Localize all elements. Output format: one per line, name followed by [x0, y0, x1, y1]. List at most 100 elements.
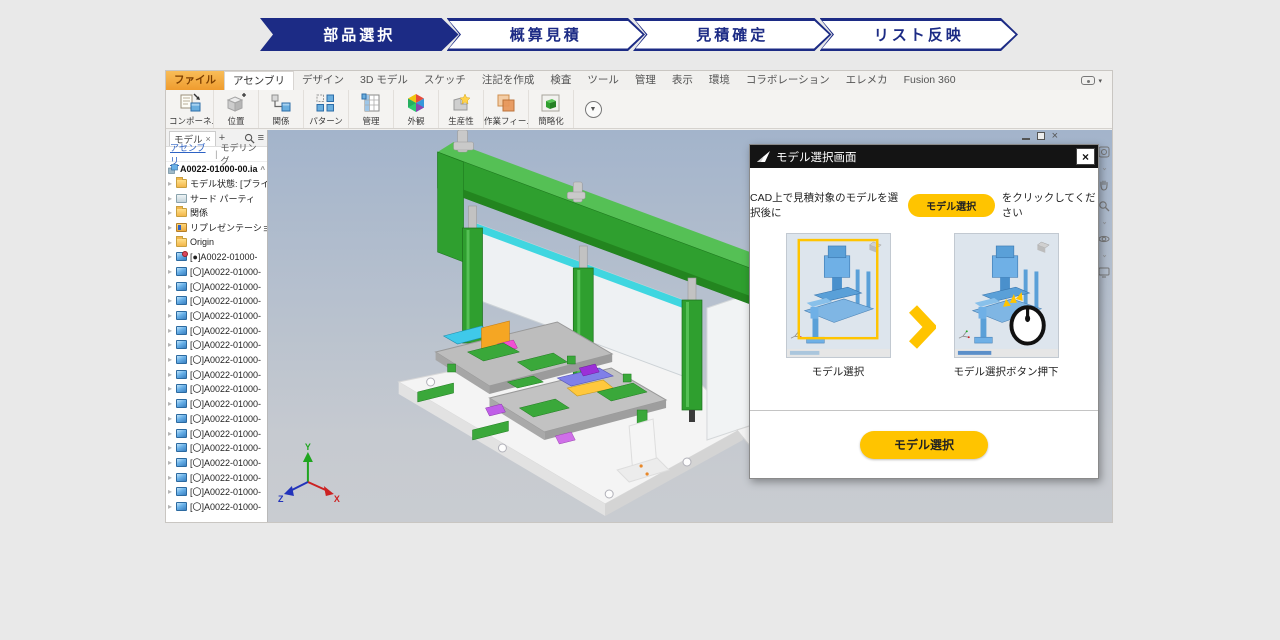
tab-spacer: [964, 71, 1082, 90]
ribbon-switcher[interactable]: ▾: [1081, 71, 1112, 90]
tree-item[interactable]: ▸ [〇]A0022-01000-: [166, 382, 267, 397]
caret-down-icon[interactable]: [1102, 167, 1105, 170]
zoom-all-icon[interactable]: [1098, 146, 1110, 158]
restore-icon[interactable]: [1037, 132, 1045, 140]
expand-arrow-icon[interactable]: ▸: [168, 223, 176, 232]
ribbon-tab[interactable]: ファイル: [166, 71, 224, 90]
ribbon-collapse-button[interactable]: ▼: [574, 90, 612, 128]
tree-item[interactable]: ▸ [〇]A0022-01000-: [166, 440, 267, 455]
expand-arrow-icon[interactable]: ▸: [168, 252, 176, 261]
step-label: リスト反映: [820, 18, 1019, 51]
tree-item-icon: [176, 238, 187, 247]
expand-arrow-icon[interactable]: ▸: [168, 282, 176, 291]
tree-item[interactable]: ▸ [〇]A0022-01000-: [166, 338, 267, 353]
tree-item[interactable]: ▸ [〇]A0022-01000-: [166, 396, 267, 411]
expand-arrow-icon[interactable]: ▸: [168, 194, 176, 203]
ribbon-tab[interactable]: アセンブリ: [224, 71, 294, 90]
ribbon-button-relations[interactable]: 関係: [259, 90, 304, 128]
expand-arrow-icon[interactable]: ▸: [168, 370, 176, 379]
appearance-icon: [404, 92, 428, 114]
tree-item[interactable]: ▸ Origin: [166, 235, 267, 250]
ribbon-tab[interactable]: デザイン: [294, 71, 352, 90]
tree-item[interactable]: ▸ [〇]A0022-01000-: [166, 323, 267, 338]
ribbon-tab[interactable]: 注記を作成: [474, 71, 543, 90]
tree-item[interactable]: ▸ [〇]A0022-01000-: [166, 264, 267, 279]
close-icon[interactable]: ×: [1052, 131, 1058, 141]
expand-arrow-icon[interactable]: ▸: [168, 296, 176, 305]
tree-item-label: [〇]A0022-01000-: [190, 485, 261, 498]
expand-arrow-icon[interactable]: ▸: [168, 267, 176, 276]
tree-item[interactable]: ▸ モデル状態: [プライマ: [166, 176, 267, 191]
tree-item[interactable]: ▸ [〇]A0022-01000-: [166, 411, 267, 426]
expand-arrow-icon[interactable]: ▸: [168, 487, 176, 496]
tree-item[interactable]: ▸ [〇]A0022-01000-: [166, 470, 267, 485]
model-select-button[interactable]: モデル選択: [860, 431, 988, 459]
caret-down-icon[interactable]: [1102, 254, 1105, 257]
thumbnail-model-selected: [786, 233, 891, 358]
tree-item[interactable]: ▸ [〇]A0022-01000-: [166, 484, 267, 499]
zoom-magnifier-icon[interactable]: [1098, 200, 1110, 212]
tree-item[interactable]: ▸ [〇]A0022-01000-: [166, 367, 267, 382]
orbit-icon[interactable]: [1098, 233, 1110, 245]
ribbon-tab[interactable]: 検査: [542, 71, 579, 90]
expand-arrow-icon[interactable]: ▸: [168, 179, 176, 188]
ribbon-button-pattern[interactable]: パターン: [304, 90, 349, 128]
ribbon-button-productivity[interactable]: 生産性: [439, 90, 484, 128]
ribbon-tab[interactable]: エレメカ: [838, 71, 896, 90]
look-at-icon[interactable]: [1098, 266, 1110, 278]
ribbon-tab[interactable]: 環境: [701, 71, 738, 90]
minimize-icon[interactable]: [1022, 133, 1030, 140]
pan-hand-icon[interactable]: [1098, 179, 1110, 191]
tree-item[interactable]: ▸ [〇]A0022-01000-: [166, 294, 267, 309]
tree-item[interactable]: ▸ [〇]A0022-01000-: [166, 499, 267, 514]
tree-item[interactable]: ▸ リプレゼンテーション: [166, 220, 267, 235]
ribbon-tab[interactable]: Fusion 360: [896, 71, 964, 90]
workflow-step[interactable]: 部品選択: [260, 18, 459, 51]
tree-item[interactable]: ▸ 関係: [166, 205, 267, 220]
tree-item-icon: [176, 252, 187, 261]
ribbon-tab[interactable]: 3D モデル: [352, 71, 416, 90]
ribbon-button-appearance[interactable]: 外観: [394, 90, 439, 128]
collapse-icon[interactable]: ^: [260, 165, 265, 174]
ribbon-button-label: コンポーネ...: [169, 115, 213, 127]
tree-root-node[interactable]: A0022-01000-00.ia ^: [166, 162, 267, 176]
tree-item[interactable]: ▸ [〇]A0022-01000-: [166, 455, 267, 470]
workflow-step[interactable]: 概算見積: [447, 18, 646, 51]
ribbon-tab[interactable]: コラボレーション: [738, 71, 838, 90]
tree-item[interactable]: ▸ [●]A0022-01000-: [166, 249, 267, 264]
ribbon-button-manage[interactable]: 管理: [349, 90, 394, 128]
expand-arrow-icon[interactable]: ▸: [168, 473, 176, 482]
expand-arrow-icon[interactable]: ▸: [168, 238, 176, 247]
expand-arrow-icon[interactable]: ▸: [168, 414, 176, 423]
expand-arrow-icon[interactable]: ▸: [168, 399, 176, 408]
ribbon-button-position[interactable]: 位置: [214, 90, 259, 128]
expand-arrow-icon[interactable]: ▸: [168, 311, 176, 320]
ribbon-tab[interactable]: ツール: [579, 71, 627, 90]
tree-item[interactable]: ▸ [〇]A0022-01000-: [166, 352, 267, 367]
expand-arrow-icon[interactable]: ▸: [168, 502, 176, 511]
dialog-title-bar[interactable]: モデル選択画面 ×: [750, 145, 1098, 168]
expand-arrow-icon[interactable]: ▸: [168, 384, 176, 393]
tree-item[interactable]: ▸ [〇]A0022-01000-: [166, 308, 267, 323]
expand-arrow-icon[interactable]: ▸: [168, 208, 176, 217]
workflow-step[interactable]: 見積確定: [633, 18, 832, 51]
expand-arrow-icon[interactable]: ▸: [168, 458, 176, 467]
ribbon-button-component[interactable]: コンポーネ...: [169, 90, 214, 128]
ribbon-tab[interactable]: スケッチ: [416, 71, 474, 90]
expand-arrow-icon[interactable]: ▸: [168, 326, 176, 335]
ribbon-button-simplify[interactable]: 簡略化: [529, 90, 574, 128]
caret-down-icon[interactable]: [1102, 221, 1105, 224]
tree-item[interactable]: ▸ [〇]A0022-01000-: [166, 279, 267, 294]
ribbon-tab[interactable]: 管理: [627, 71, 664, 90]
ribbon-button-work-features[interactable]: 作業フィー...: [484, 90, 529, 128]
expand-arrow-icon[interactable]: ▸: [168, 340, 176, 349]
ribbon-tab[interactable]: 表示: [664, 71, 701, 90]
dialog-close-button[interactable]: ×: [1076, 148, 1095, 165]
expand-arrow-icon[interactable]: ▸: [168, 443, 176, 452]
expand-arrow-icon[interactable]: ▸: [168, 429, 176, 438]
ribbon-button-label: 外観: [407, 115, 424, 127]
tree-item[interactable]: ▸ サード パーティ: [166, 191, 267, 206]
workflow-step[interactable]: リスト反映: [820, 18, 1019, 51]
tree-item[interactable]: ▸ [〇]A0022-01000-: [166, 426, 267, 441]
expand-arrow-icon[interactable]: ▸: [168, 355, 176, 364]
